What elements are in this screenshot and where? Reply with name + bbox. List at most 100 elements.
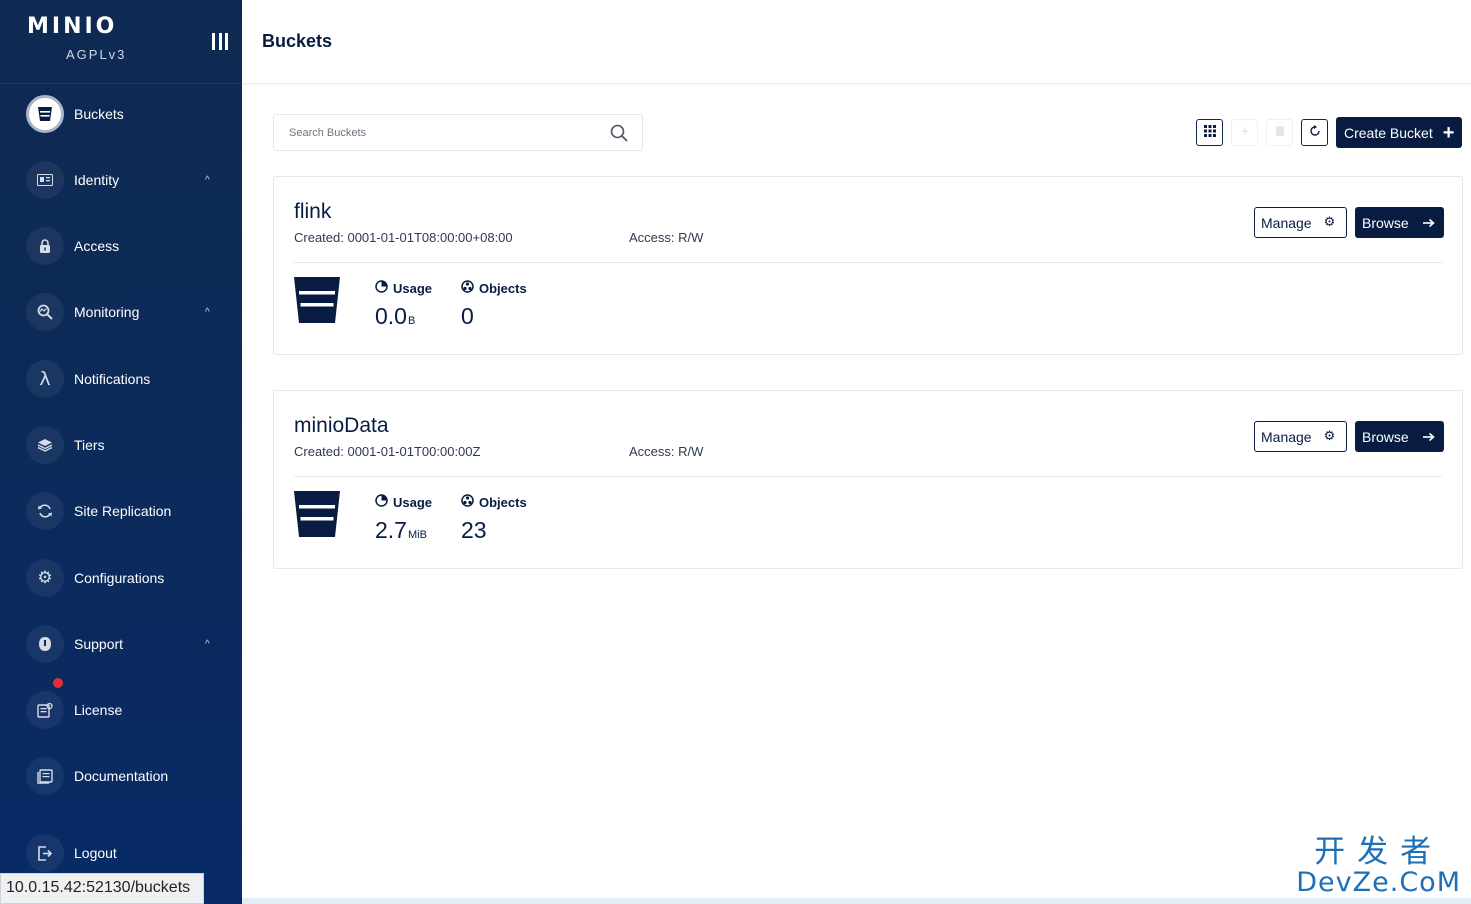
search-input[interactable] [274,115,594,150]
grid-icon [1203,124,1216,142]
watermark: 开发者 DevZe.CoM [1296,836,1461,898]
identity-card-icon [26,161,64,199]
sidebar-item-label: Access [74,238,120,254]
sidebar-item-monitoring[interactable]: Monitoring ^ [0,287,242,337]
bucket-icon [26,95,64,133]
refresh-icon [1309,124,1321,142]
sidebar-item-label: License [74,702,123,718]
sidebar: MINIO AGPLv3 Buckets Identity ^ Access M… [0,0,242,904]
layers-icon [26,426,64,464]
bucket-icon [294,491,340,542]
page-header: Buckets [242,0,1471,84]
replication-icon [1239,124,1251,142]
chevron-up-icon[interactable]: ^ [205,175,210,186]
sidebar-item-label: Notifications [74,371,151,387]
sidebar-item-license[interactable]: License [0,678,242,735]
usage-icon [375,494,388,510]
objects-label: Objects [479,494,527,510]
browse-button[interactable]: Browse [1355,207,1444,238]
bottom-strip [242,898,1471,904]
bucket-card[interactable]: minioData Created: 0001-01-01T00:00:00Z … [273,390,1463,569]
collapse-sidebar-icon[interactable] [212,33,228,50]
bucket-name[interactable]: minioData [294,414,389,438]
bucket-icon [294,277,340,328]
refresh-button[interactable] [1301,119,1328,146]
objects-label: Objects [479,280,527,296]
create-bucket-button[interactable]: Create Bucket + [1336,117,1462,148]
usage-stat: Usage 0.0B [375,280,432,330]
lifecycle-icon [1274,124,1286,142]
page-title: Buckets [262,31,333,51]
gear-icon: ⚙ [1323,429,1336,444]
browse-label: Browse [1362,428,1409,445]
objects-icon [461,494,474,510]
sidebar-item-label: Documentation [74,768,169,784]
sidebar-item-access[interactable]: Access [0,221,242,271]
search-icon[interactable] [610,124,628,147]
sidebar-item-label: Identity [74,172,120,188]
license-icon [26,691,64,729]
notification-dot [53,678,63,688]
card-divider [294,476,1442,477]
manage-button[interactable]: Manage ⚙ [1254,207,1347,238]
browse-label: Browse [1362,214,1409,231]
sidebar-item-tiers[interactable]: Tiers [0,420,242,470]
replication-icon [26,492,64,530]
usage-value: 2.7 [375,517,407,543]
bucket-card[interactable]: flink Created: 0001-01-01T08:00:00+08:00… [273,176,1463,355]
minio-logo: MINIO [27,14,118,39]
lambda-icon: λ [26,360,64,398]
sidebar-item-notifications[interactable]: λ Notifications [0,354,242,404]
sidebar-item-label: Configurations [74,570,165,586]
usage-stat: Usage 2.7MiB [375,494,432,544]
sidebar-item-label: Monitoring [74,304,140,320]
bucket-name[interactable]: flink [294,200,331,224]
watermark-top: 开发者 [1314,834,1444,870]
manage-label: Manage [1261,214,1312,231]
objects-stat: Objects 23 [461,494,527,544]
lifecycle-button[interactable] [1266,119,1293,146]
chevron-up-icon[interactable]: ^ [205,307,210,318]
objects-icon [461,280,474,296]
plus-icon: + [1442,121,1455,144]
sidebar-item-label: Logout [74,845,117,861]
monitoring-search-icon [26,293,64,331]
manage-label: Manage [1261,428,1312,445]
license-type: AGPLv3 [66,47,127,62]
objects-stat: Objects 0 [461,280,527,330]
bucket-access: Access: R/W [629,444,704,459]
sidebar-item-configurations[interactable]: ⚙ Configurations [0,553,242,603]
search-box [273,114,643,151]
sidebar-item-site-replication[interactable]: Site Replication [0,486,242,536]
bucket-created: Created: 0001-01-01T00:00:00Z [294,444,481,459]
objects-value: 23 [461,517,487,543]
usage-icon [375,280,388,296]
sidebar-item-logout[interactable]: Logout [0,828,242,878]
usage-label: Usage [393,280,433,296]
replication-button[interactable] [1231,119,1258,146]
browse-button[interactable]: Browse [1355,421,1444,452]
gear-icon: ⚙ [1323,215,1336,230]
usage-unit: MiB [407,529,427,541]
sidebar-item-buckets[interactable]: Buckets [0,89,242,139]
support-icon [26,625,64,663]
usage-value: 0.0 [375,303,407,329]
gear-icon: ⚙ [26,559,64,597]
create-bucket-label: Create Bucket [1344,124,1433,141]
bucket-created: Created: 0001-01-01T08:00:00+08:00 [294,230,513,245]
logout-icon [26,834,64,872]
watermark-bottom: DevZe.CoM [1296,867,1461,898]
sidebar-item-label: Support [74,636,124,652]
chevron-up-icon[interactable]: ^ [205,639,210,650]
sidebar-item-identity[interactable]: Identity ^ [0,155,242,205]
sidebar-item-label: Site Replication [74,503,172,519]
select-multiple-button[interactable] [1196,119,1223,146]
arrow-right-icon [1422,215,1435,231]
documentation-icon [26,757,64,795]
usage-label: Usage [393,494,433,510]
arrow-right-icon [1422,429,1435,445]
sidebar-item-support[interactable]: Support ^ [0,619,242,669]
manage-button[interactable]: Manage ⚙ [1254,421,1347,452]
sidebar-item-documentation[interactable]: Documentation [0,751,242,801]
objects-value: 0 [461,303,474,329]
